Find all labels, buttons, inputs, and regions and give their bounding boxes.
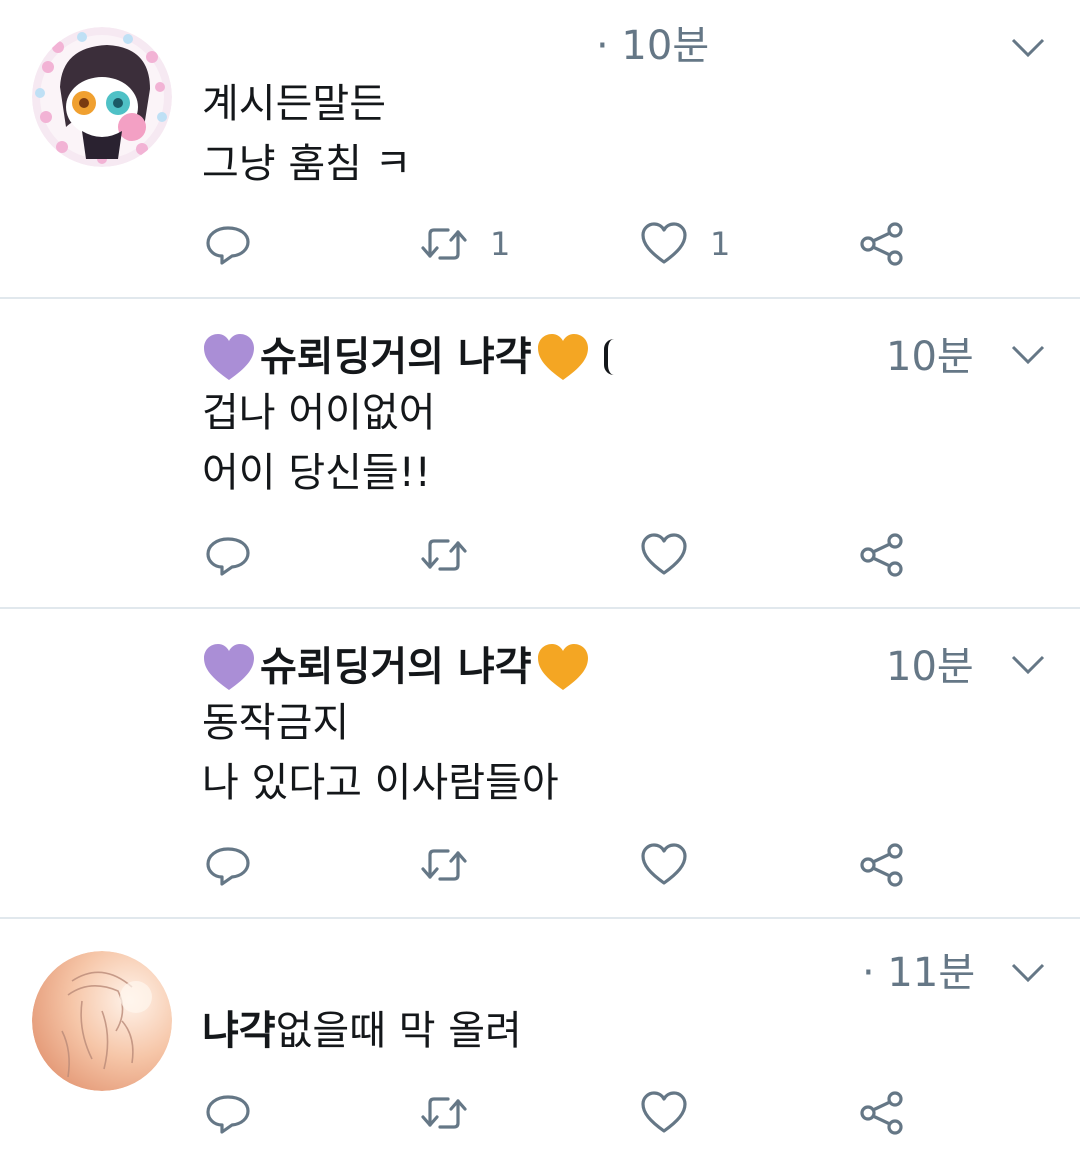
chevron-down-icon[interactable]: [1010, 961, 1046, 985]
like-icon: [640, 220, 688, 268]
retweet-icon: [420, 531, 468, 579]
share-button[interactable]: [858, 525, 906, 585]
truncated-name-glyph: [603, 339, 614, 375]
reply-button[interactable]: [204, 1083, 252, 1143]
user-name[interactable]: 슈뢰딩거의 냐갹: [202, 327, 614, 387]
tweet-time[interactable]: · 11분: [862, 949, 975, 997]
tweet-time[interactable]: 10분: [886, 643, 974, 691]
retweet-icon: [420, 841, 468, 889]
purple-heart-icon: [202, 642, 256, 692]
reply-icon: [204, 841, 252, 889]
chevron-down-icon[interactable]: [1010, 36, 1046, 60]
share-button[interactable]: [858, 835, 906, 895]
like-button[interactable]: [640, 1083, 688, 1143]
user-name-text: 슈뢰딩거의 냐갹: [260, 644, 532, 690]
like-button[interactable]: 1: [640, 214, 730, 274]
user-name[interactable]: 슈뢰딩거의 냐갹: [202, 637, 590, 697]
tweet-actions: [0, 525, 1080, 585]
retweet-button[interactable]: [420, 525, 468, 585]
tweet-time[interactable]: 10분: [886, 333, 974, 381]
like-icon: [640, 1089, 688, 1137]
orange-heart-icon: [536, 332, 590, 382]
tweet-3[interactable]: 슈뢰딩거의 냐갹 10분 동작금지 나 있다고 이사람들아: [0, 609, 1080, 917]
orange-heart-icon: [536, 642, 590, 692]
share-button[interactable]: [858, 214, 906, 274]
retweet-button[interactable]: [420, 835, 468, 895]
reply-icon: [204, 220, 252, 268]
retweet-count: 1: [490, 225, 511, 263]
like-icon: [640, 531, 688, 579]
tweet-time[interactable]: · 10분: [596, 22, 709, 70]
like-count: 1: [710, 225, 731, 263]
reply-button[interactable]: [204, 214, 252, 274]
tweet-text-line: 동작금지: [202, 700, 350, 746]
purple-heart-icon: [202, 332, 256, 382]
share-icon: [858, 220, 906, 268]
tweet-text-line: 겁나 어이없어: [202, 390, 436, 436]
tweet-text-line: 그냥 훔침 ㅋ: [202, 141, 412, 187]
chevron-down-icon[interactable]: [1010, 343, 1046, 367]
tweet-text-line: 나 있다고 이사람들아: [202, 760, 559, 806]
bold-text: 냐갹: [202, 1008, 276, 1054]
tweet-2[interactable]: 슈뢰딩거의 냐갹 10분 겁나 어이없어 어이 당신들!!: [0, 299, 1080, 607]
reply-button[interactable]: [204, 525, 252, 585]
like-icon: [640, 841, 688, 889]
share-button[interactable]: [858, 1083, 906, 1143]
user-name-text: 슈뢰딩거의 냐갹: [260, 334, 532, 380]
tweet-text-line: 계시든말든: [202, 81, 386, 127]
reply-icon: [204, 531, 252, 579]
retweet-button[interactable]: [420, 1083, 468, 1143]
retweet-icon: [420, 1089, 468, 1137]
avatar[interactable]: [32, 951, 172, 1091]
tweet-text-line: 어이 당신들!!: [202, 450, 431, 496]
share-icon: [858, 1089, 906, 1137]
retweet-icon: [420, 220, 468, 268]
share-icon: [858, 841, 906, 889]
like-button[interactable]: [640, 835, 688, 895]
tweet-text-line: 냐갹없을때 막 올려: [202, 1001, 522, 1061]
tweet-1[interactable]: · 10분 계시든말든 그냥 훔침 ㅋ 1 1: [0, 0, 1080, 298]
tweet-actions: 1 1: [0, 214, 1080, 274]
text-rest: 없을때 막 올려: [275, 1008, 522, 1054]
share-icon: [858, 531, 906, 579]
avatar[interactable]: [32, 27, 172, 167]
retweet-button[interactable]: 1: [420, 214, 510, 274]
tweet-actions: [0, 835, 1080, 895]
reply-icon: [204, 1089, 252, 1137]
reply-button[interactable]: [204, 835, 252, 895]
tweet-4[interactable]: · 11분 냐갹없을때 막 올려: [0, 919, 1080, 1161]
like-button[interactable]: [640, 525, 688, 585]
chevron-down-icon[interactable]: [1010, 653, 1046, 677]
tweet-actions: [0, 1083, 1080, 1143]
